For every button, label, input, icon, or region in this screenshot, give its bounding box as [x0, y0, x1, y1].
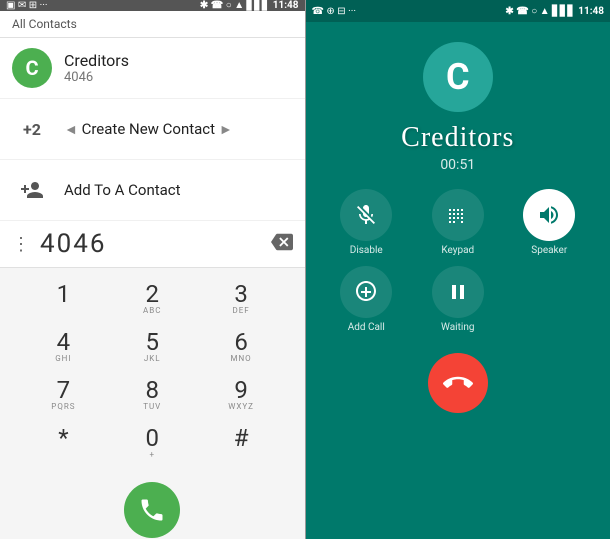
- call-name: Creditors: [306, 122, 610, 154]
- all-contacts-label: All Contacts: [12, 17, 77, 31]
- add-contact-icon: [12, 170, 52, 210]
- keypad-label: Keypad: [441, 245, 474, 256]
- speaker-button[interactable]: Speaker: [509, 189, 591, 256]
- dial-call-button[interactable]: [124, 482, 180, 538]
- call-name-text: Creditors: [401, 122, 514, 153]
- time-right: 11:48: [578, 6, 604, 17]
- dialpad-number-display: 4046: [40, 229, 271, 259]
- plus-badge: +2: [12, 109, 52, 149]
- create-new-text: Create New Contact: [82, 120, 215, 138]
- time-left: 11:48: [273, 0, 299, 11]
- mute-label: Disable: [350, 245, 383, 256]
- create-new-contact-item[interactable]: +2 ◄ Create New Contact ►: [0, 99, 305, 160]
- status-bar-left: ▣ ✉ ⊞ ··· ✱ ☎ ○ ▲ ▋▋▋ 11:48: [0, 0, 305, 11]
- hold-button[interactable]: Waiting: [417, 266, 499, 333]
- arrow-right-icon: ►: [219, 122, 233, 138]
- call-controls-row2: Add Call Waiting: [306, 266, 610, 333]
- arrow-left-icon: ◄: [64, 122, 78, 138]
- contact-avatar: C: [12, 48, 52, 88]
- dial-key-7[interactable]: 7 PQRS: [20, 372, 107, 418]
- call-timer: 00:51: [306, 157, 610, 173]
- dial-key-hash[interactable]: #: [198, 420, 285, 466]
- dial-key-2[interactable]: 2 ABC: [109, 276, 196, 322]
- add-call-icon: [340, 266, 392, 318]
- dial-key-4[interactable]: 4 GHI: [20, 324, 107, 370]
- speaker-label: Speaker: [531, 245, 567, 256]
- keypad-button[interactable]: Keypad: [417, 189, 499, 256]
- all-contacts-bar: All Contacts: [0, 11, 305, 38]
- hold-icon: [432, 266, 484, 318]
- left-status-icons: ▣ ✉ ⊞ ···: [6, 0, 47, 11]
- add-to-contact-label: Add To A Contact: [64, 181, 181, 199]
- add-call-button[interactable]: Add Call: [326, 266, 408, 333]
- dialpad-number-row: ⋮ 4046: [0, 221, 305, 268]
- add-to-contact-text: Add To A Contact: [64, 181, 181, 199]
- right-status-left: ✱ ☎ ○ ▲ ▋▋▋ 11:48: [200, 0, 299, 11]
- avatar-letter: C: [25, 56, 38, 80]
- call-avatar: C: [423, 42, 493, 112]
- dial-key-8[interactable]: 8 TUV: [109, 372, 196, 418]
- speaker-icon: [523, 189, 575, 241]
- call-avatar-area: C: [306, 22, 610, 122]
- call-timer-text: 00:51: [440, 157, 475, 173]
- create-new-label: ◄ Create New Contact ►: [64, 120, 233, 138]
- contact-number: 4046: [64, 70, 129, 85]
- dialpad-delete-button[interactable]: [271, 231, 293, 258]
- contact-item[interactable]: C Creditors 4046: [0, 38, 305, 99]
- status-bar-right: ☎ ⊕ ⊟ ··· ✱ ☎ ○ ▲ ▋▋▋ 11:48: [306, 0, 610, 22]
- dial-key-6[interactable]: 6 MNO: [198, 324, 285, 370]
- call-end-area: [306, 343, 610, 429]
- dial-call-row: [0, 474, 305, 539]
- dial-key-5[interactable]: 5 JKL: [109, 324, 196, 370]
- right-right-status-icons: ✱ ☎ ○ ▲ ▋▋▋ 11:48: [505, 6, 604, 17]
- add-to-contact-item[interactable]: Add To A Contact: [0, 160, 305, 221]
- contact-name: Creditors: [64, 51, 129, 70]
- keypad-icon: [432, 189, 484, 241]
- empty-ctrl: [509, 266, 591, 333]
- contact-info: Creditors 4046: [64, 51, 129, 85]
- mute-icon: [340, 189, 392, 241]
- right-panel: ☎ ⊕ ⊟ ··· ✱ ☎ ○ ▲ ▋▋▋ 11:48 C Creditors …: [306, 0, 610, 539]
- end-call-button[interactable]: [428, 353, 488, 413]
- dialpad-area: ⋮ 4046 1 2 ABC 3 DEF: [0, 221, 305, 539]
- mute-button[interactable]: Disable: [326, 189, 408, 256]
- plus-badge-text: +2: [23, 120, 41, 139]
- call-avatar-letter: C: [446, 56, 470, 98]
- add-call-label: Add Call: [348, 322, 385, 333]
- hold-label: Waiting: [441, 322, 474, 333]
- dial-key-0[interactable]: 0 +: [109, 420, 196, 466]
- dial-key-9[interactable]: 9 WXYZ: [198, 372, 285, 418]
- dial-key-3[interactable]: 3 DEF: [198, 276, 285, 322]
- dial-key-1[interactable]: 1: [20, 276, 107, 322]
- menu-icon[interactable]: ⋮: [12, 234, 30, 255]
- dialpad-grid: 1 2 ABC 3 DEF 4 GHI 5 JKL 6 MNO: [0, 268, 305, 474]
- call-controls-row1: Disable Keypad Speaker: [306, 189, 610, 256]
- dial-key-star[interactable]: *: [20, 420, 107, 466]
- right-left-status-icons: ☎ ⊕ ⊟ ···: [312, 6, 357, 17]
- left-panel: ▣ ✉ ⊞ ··· ✱ ☎ ○ ▲ ▋▋▋ 11:48 All Contacts…: [0, 0, 305, 539]
